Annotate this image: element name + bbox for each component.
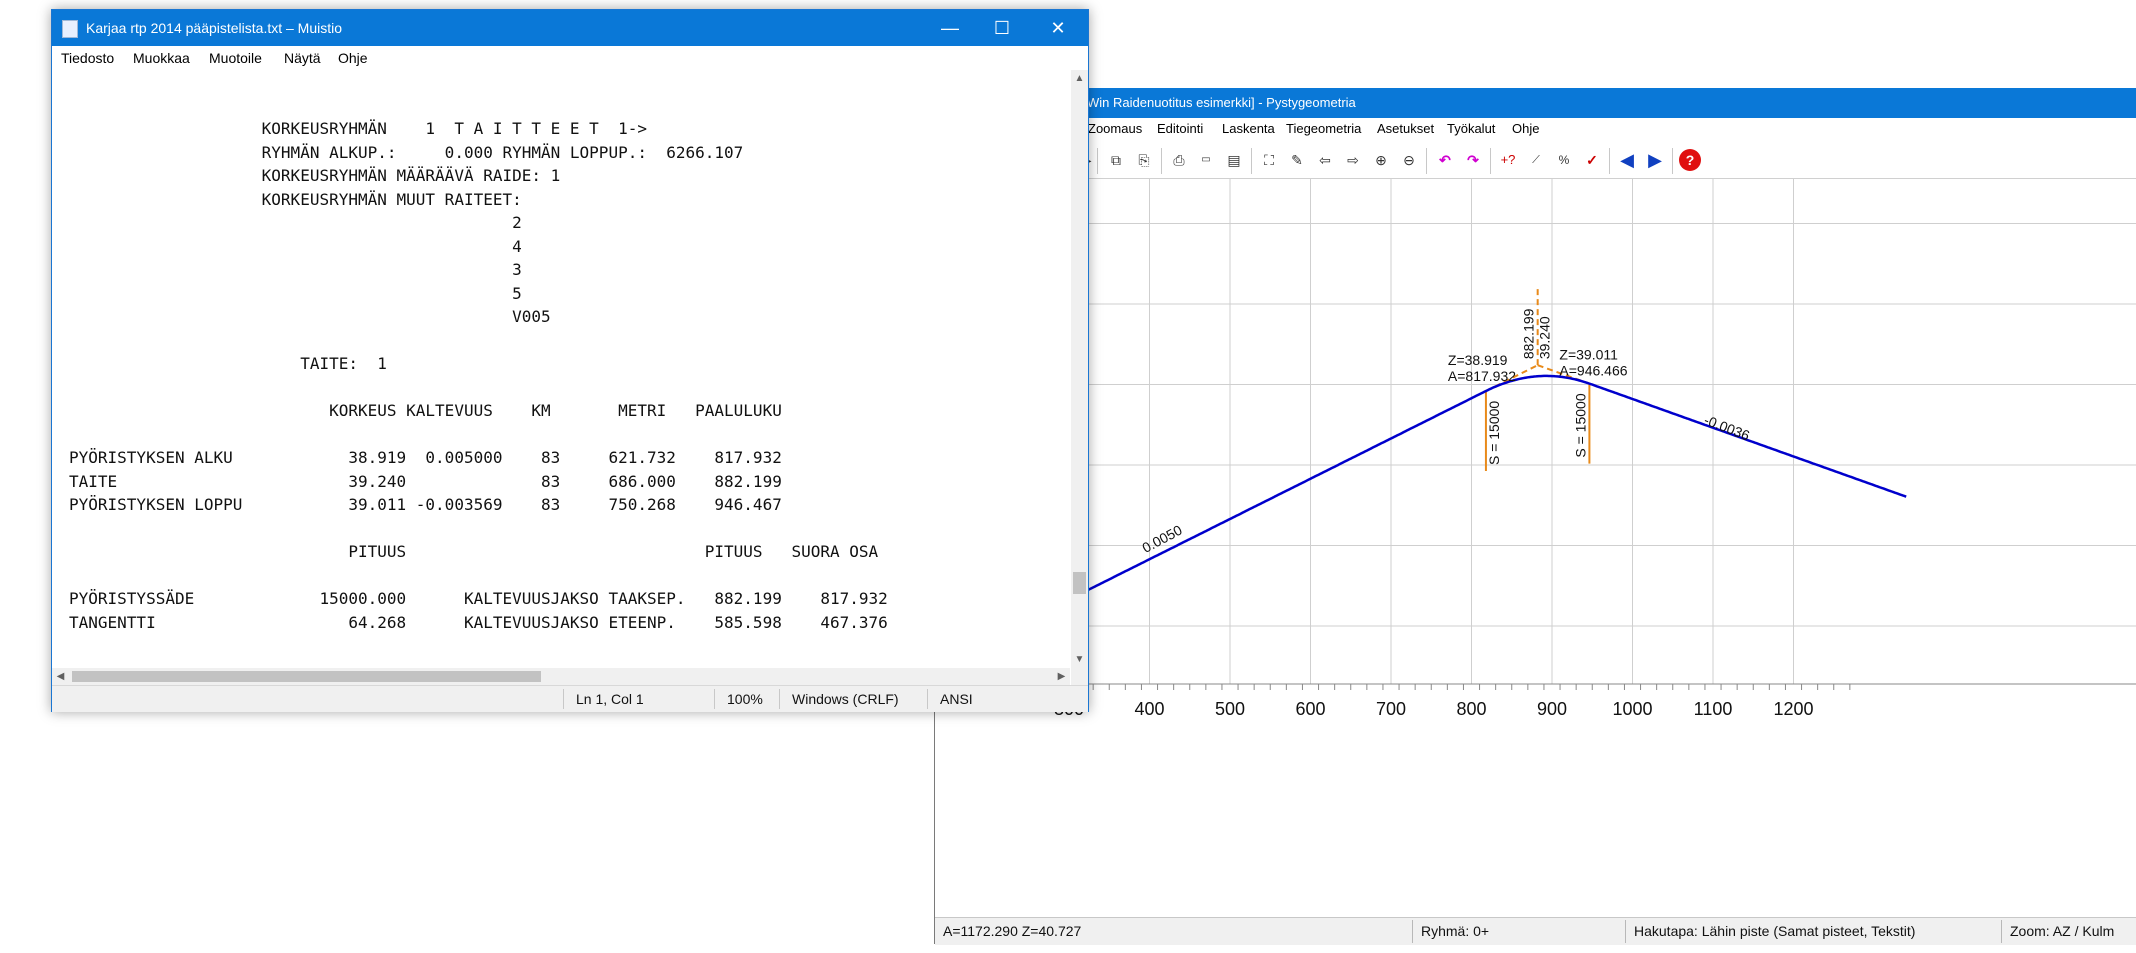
vertical-scroll-thumb[interactable]: [1073, 572, 1086, 594]
status-zoom-level: 100%: [727, 691, 763, 707]
status-search-mode: Hakutapa: Lähin piste (Samat pisteet, Te…: [1634, 923, 1916, 939]
menu-editointi[interactable]: Editointi: [1157, 118, 1203, 140]
notepad-title-bar[interactable]: Karjaa rtp 2014 pääpistelista.txt – Muis…: [52, 10, 1088, 46]
step-back-icon[interactable]: ◀: [1616, 149, 1638, 171]
paste-icon[interactable]: ⎘: [1133, 149, 1155, 171]
zoom-out-icon[interactable]: ⊖: [1398, 149, 1420, 171]
status-coordinates: A=1172.290 Z=40.727: [943, 923, 1082, 939]
step-forward-icon[interactable]: ▶: [1644, 149, 1666, 171]
ruler-scale-icon[interactable]: ▭: [1195, 149, 1217, 171]
percent-icon[interactable]: %: [1553, 149, 1575, 171]
menu-laskenta[interactable]: Laskenta: [1222, 118, 1275, 140]
scroll-up-icon[interactable]: ▲: [1071, 70, 1088, 87]
check-icon[interactable]: ✓: [1581, 149, 1603, 171]
horizontal-scrollbar[interactable]: ◀ ▶: [52, 668, 1070, 685]
resize-grip-icon[interactable]: [1071, 668, 1088, 685]
vertical-geometry-window: Win Raidenuotitus esimerkki] - Pystygeom…: [934, 88, 2136, 945]
vertex-right-z-label: Z=39.011: [1559, 347, 1618, 363]
menu-muokkaa[interactable]: Muokkaa: [133, 46, 190, 70]
menu-tiedosto[interactable]: Tiedosto: [61, 46, 114, 70]
arrow-right-icon[interactable]: ⇨: [1342, 149, 1364, 171]
radius-right-label: S = 15000: [1572, 393, 1588, 457]
menu-tyokalut[interactable]: Työkalut: [1447, 118, 1495, 140]
x-tick-label-1200: 1200: [1773, 699, 1813, 719]
x-tick-label-500: 500: [1215, 699, 1245, 719]
arrow-left-icon[interactable]: ⇦: [1314, 149, 1336, 171]
slope-label-down: -0.0036: [1702, 412, 1752, 444]
x-tick-label-800: 800: [1456, 699, 1486, 719]
slope-icon[interactable]: ⟋: [1525, 149, 1547, 171]
x-tick-label-600: 600: [1295, 699, 1325, 719]
x-tick-label-1000: 1000: [1612, 699, 1652, 719]
pen-icon[interactable]: ✎: [1286, 149, 1308, 171]
x-axis: 300400500600700800900100011001200: [1018, 683, 2136, 719]
x-tick-label-400: 400: [1134, 699, 1164, 719]
redo-icon[interactable]: ↷: [1462, 149, 1484, 171]
horizontal-scroll-thumb[interactable]: [72, 671, 541, 682]
status-line-ending: Windows (CRLF): [792, 691, 899, 707]
scroll-down-icon[interactable]: ▼: [1071, 651, 1088, 668]
text-editor-area[interactable]: KORKEUSRYHMÄN 1 T A I T T E E T 1-> RYHM…: [53, 70, 1069, 670]
status-zoom: Zoom: AZ / Kulm: [2010, 923, 2115, 939]
menu-ohje[interactable]: Ohje: [338, 46, 368, 70]
close-button[interactable]: ✕: [1032, 10, 1084, 46]
notepad-window-title: Karjaa rtp 2014 pääpistelista.txt – Muis…: [86, 20, 343, 36]
vertical-profile-plot[interactable]: 300400500600700800900100011001200 36 0.0…: [935, 179, 2136, 909]
menu-muotoile[interactable]: Muotoile: [209, 46, 262, 70]
x-tick-label-900: 900: [1537, 699, 1567, 719]
status-group: Ryhmä: 0+: [1421, 923, 1490, 939]
zoom-in-icon[interactable]: ⊕: [1370, 149, 1392, 171]
vertex-left-z-label: Z=38.919: [1448, 352, 1508, 368]
document-text: KORKEUSRYHMÄN 1 T A I T T E E T 1-> RYHM…: [69, 119, 888, 632]
vertex-left-a-label: A=817.932: [1448, 368, 1516, 384]
vertex-height-label: 39.240: [1537, 316, 1553, 359]
notepad-menu-bar: Tiedosto Muokkaa Muotoile Näytä Ohje: [52, 46, 1088, 70]
zoom-extents-icon[interactable]: ⛶: [1258, 149, 1280, 171]
menu-ohje[interactable]: Ohje: [1512, 118, 1539, 140]
menu-asetukset[interactable]: Asetukset: [1377, 118, 1434, 140]
geometry-toolbar: ▸ ⧉ ⎘ ⎙ ▭ ▤ ⛶ ✎ ⇦ ⇨ ⊕ ⊖ ↶ ↷ +? ⟋ % ✓ ◀ ▶…: [935, 140, 2136, 179]
minimize-button[interactable]: —: [924, 10, 976, 46]
profile-line-group: [1020, 374, 1907, 625]
notepad-window: Karjaa rtp 2014 pääpistelista.txt – Muis…: [51, 9, 1089, 712]
status-encoding: ANSI: [940, 691, 973, 707]
vertex-station-label: 882.199: [1521, 308, 1537, 359]
help-icon[interactable]: ?: [1679, 149, 1701, 171]
geometry-title-bar[interactable]: Win Raidenuotitus esimerkki] - Pystygeom…: [935, 88, 2136, 118]
radius-left-label: S = 15000: [1486, 401, 1502, 465]
x-tick-label-700: 700: [1376, 699, 1406, 719]
layout-icon[interactable]: ▤: [1223, 149, 1245, 171]
geometry-menu-bar: Zoomaus Editointi Laskenta Tiegeometria …: [935, 118, 2136, 140]
vertex-right-a-label: A=946.466: [1559, 363, 1627, 379]
scroll-right-icon[interactable]: ▶: [1053, 668, 1070, 685]
slope-label-up: 0.0050: [1139, 522, 1185, 556]
menu-zoomaus[interactable]: Zoomaus: [1088, 118, 1142, 140]
status-cursor-position: Ln 1, Col 1: [576, 691, 644, 707]
maximize-button[interactable]: ☐: [976, 10, 1028, 46]
notepad-app-icon: [62, 20, 78, 38]
notepad-status-bar: Ln 1, Col 1 100% Windows (CRLF) ANSI: [52, 685, 1088, 712]
print-icon[interactable]: ⎙: [1168, 149, 1190, 171]
copy-icon[interactable]: ⧉: [1105, 149, 1127, 171]
x-tick-label-1100: 1100: [1694, 699, 1733, 719]
scroll-left-icon[interactable]: ◀: [52, 668, 69, 685]
menu-tiegeometria[interactable]: Tiegeometria: [1286, 118, 1361, 140]
vertical-scrollbar[interactable]: ▲ ▼: [1071, 70, 1088, 668]
menu-nayta[interactable]: Näytä: [284, 46, 321, 70]
profile-line: [1020, 374, 1907, 625]
geometry-window-title: Win Raidenuotitus esimerkki] - Pystygeom…: [1087, 95, 1356, 110]
geometry-status-bar: A=1172.290 Z=40.727 Ryhmä: 0+ Hakutapa: …: [935, 917, 2136, 945]
query-icon[interactable]: +?: [1497, 149, 1519, 171]
undo-icon[interactable]: ↶: [1434, 149, 1456, 171]
